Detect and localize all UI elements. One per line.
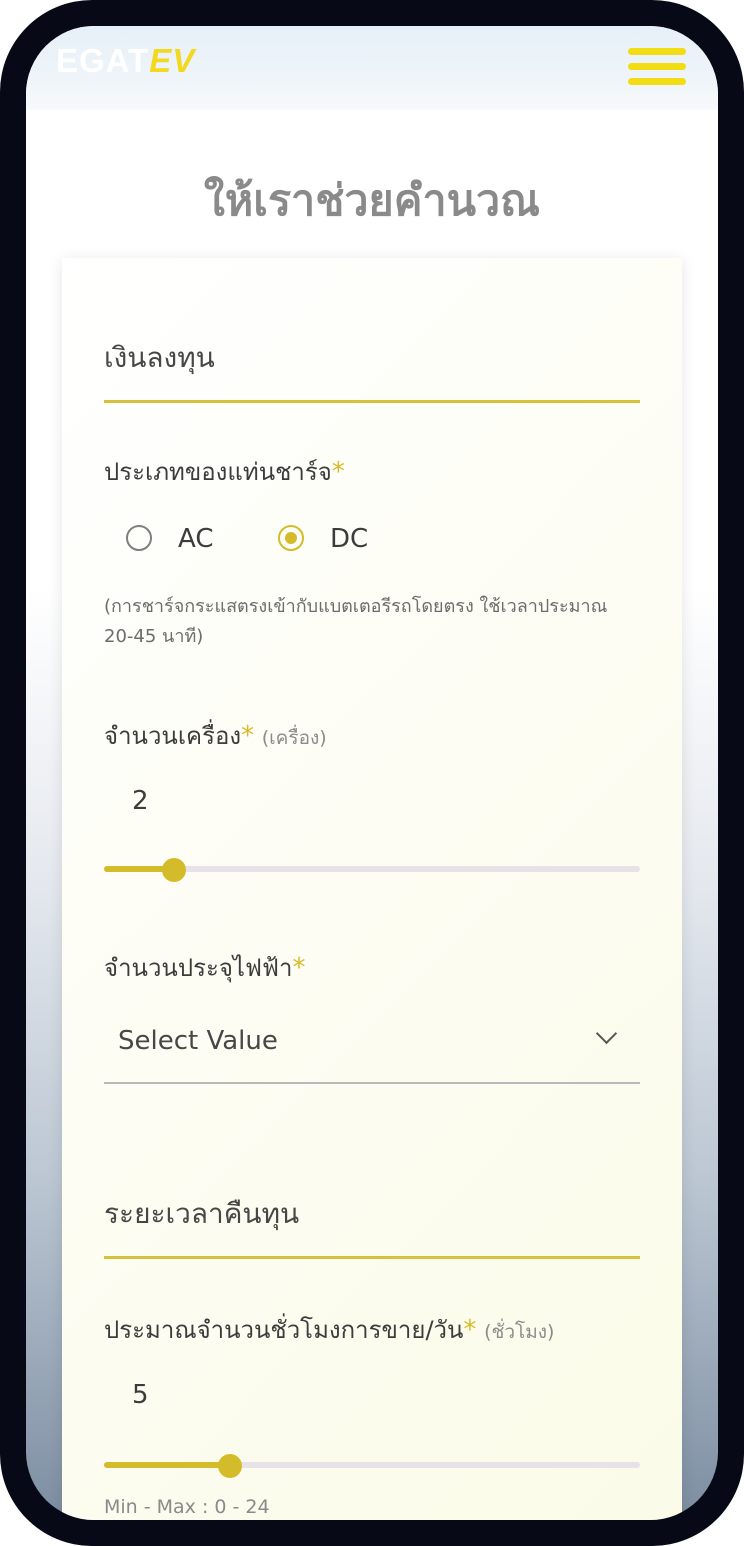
required-mark: * — [241, 721, 255, 751]
power-rating-select-value: Select Value — [118, 1026, 278, 1056]
sales-hours-label-text: ประมาณจำนวนชั่วโมงการขาย/วัน — [104, 1316, 464, 1344]
hamburger-line — [628, 78, 686, 85]
required-mark: * — [463, 1315, 477, 1345]
sales-hours-unit: (ชั่วโมง) — [484, 1321, 555, 1343]
slider-fill — [104, 1462, 230, 1468]
required-mark: * — [331, 457, 345, 487]
hamburger-line — [628, 63, 686, 70]
logo-main: EGAT — [56, 42, 150, 79]
investment-section-title: เงินลงทุน — [104, 341, 215, 374]
egat-ev-logo[interactable]: EGATEV — [56, 42, 195, 80]
section-divider — [104, 1256, 640, 1259]
radio-circle-selected-icon[interactable] — [278, 525, 304, 551]
machine-count-slider[interactable] — [104, 858, 640, 882]
chevron-down-icon[interactable] — [595, 1022, 618, 1045]
sales-hours-range: Min - Max : 0 - 24 — [104, 1496, 270, 1518]
sales-hours-value: 5 — [132, 1380, 149, 1410]
power-rating-label: จำนวนประจุไฟฟ้า* — [104, 948, 305, 987]
sales-hours-label: ประมาณจำนวนชั่วโมงการขาย/วัน* (ชั่วโมง) — [104, 1310, 554, 1349]
screen: EGATEV ให้เราช่วยคำนวณ เงินลงทุน ประเภทข… — [26, 26, 718, 1520]
charger-type-label: ประเภทของแท่นชาร์จ* — [104, 452, 345, 491]
machine-count-label-text: จำนวนเครื่อง — [104, 722, 242, 750]
radio-circle-icon[interactable] — [126, 525, 152, 551]
machine-count-label: จำนวนเครื่อง* (เครื่อง) — [104, 716, 327, 755]
header: EGATEV — [26, 26, 718, 110]
slider-thumb[interactable] — [162, 858, 186, 882]
payback-section-title: ระยะเวลาคืนทุน — [104, 1197, 300, 1230]
charger-type-hint: (การชาร์จกระแสตรงเข้ากับแบตเตอรีรถโดยตรง… — [104, 596, 608, 647]
power-rating-label-text: จำนวนประจุไฟฟ้า — [104, 954, 293, 982]
power-rating-select[interactable]: Select Value — [104, 1016, 640, 1084]
logo-ev: EV — [149, 42, 196, 79]
charger-type-label-text: ประเภทของแท่นชาร์จ — [104, 458, 332, 486]
section-divider — [104, 400, 640, 403]
radio-dc-label: DC — [330, 524, 369, 554]
required-mark: * — [292, 953, 306, 983]
machine-count-unit: (เครื่อง) — [261, 727, 327, 749]
slider-thumb[interactable] — [218, 1454, 242, 1478]
phone-frame: EGATEV ให้เราช่วยคำนวณ เงินลงทุน ประเภทข… — [0, 0, 744, 1546]
radio-ac-label: AC — [178, 524, 214, 554]
calculator-card: เงินลงทุน ประเภทของแท่นชาร์จ* AC DC (การ… — [62, 258, 682, 1520]
sales-hours-slider[interactable] — [104, 1454, 640, 1478]
page-title: ให้เราช่วยคำนวณ — [203, 176, 541, 226]
machine-count-value: 2 — [132, 786, 149, 816]
hamburger-icon[interactable] — [628, 48, 686, 86]
hamburger-line — [628, 48, 686, 55]
